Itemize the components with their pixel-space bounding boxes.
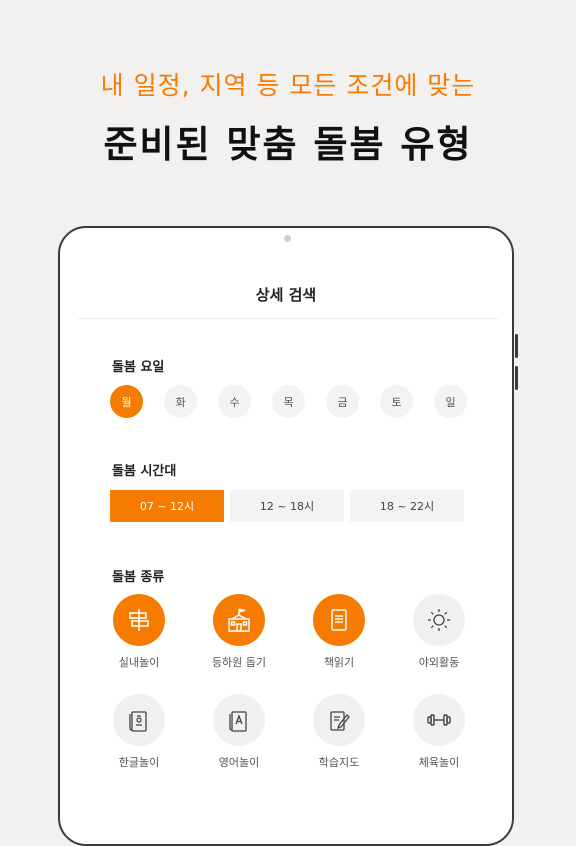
time-slot-evening[interactable]: 18 ~ 22시: [350, 490, 464, 522]
time-slot-selector: 07 ~ 12시 12 ~ 18시 18 ~ 22시: [110, 490, 470, 524]
care-type-school-pickup[interactable]: 등하원 돕기: [194, 594, 284, 670]
day-fri[interactable]: 금: [326, 385, 359, 418]
care-type-label: 야외활동: [418, 656, 460, 669]
day-sun[interactable]: 일: [434, 385, 467, 418]
book-icon: [313, 594, 365, 646]
time-section-label: 돌봄 시간대: [112, 464, 177, 479]
care-type-indoor-play[interactable]: 실내놀이: [94, 594, 184, 670]
day-sat[interactable]: 토: [380, 385, 413, 418]
camera-dot: [284, 235, 291, 242]
screen-title: 상세 검색: [255, 286, 317, 304]
signpost-icon: [113, 594, 165, 646]
promo-subtitle: 내 일정, 지역 등 모든 조건에 맞는: [100, 71, 476, 100]
header-divider: [78, 318, 498, 319]
dumbbell-icon: [413, 694, 465, 746]
care-type-reading[interactable]: 책읽기: [294, 594, 384, 670]
day-mon[interactable]: 월: [110, 385, 143, 418]
notebook-pen-icon: [313, 694, 365, 746]
time-slot-morning[interactable]: 07 ~ 12시: [110, 490, 224, 522]
care-type-label: 책읽기: [323, 656, 355, 669]
care-type-sports[interactable]: 체육놀이: [394, 694, 484, 770]
care-type-korean[interactable]: 한글놀이: [94, 694, 184, 770]
tablet-frame: 상세 검색 돌봄 요일 월 화 수 목 금 토 일 돌봄 시간대 07 ~ 12…: [58, 226, 518, 846]
care-type-tutoring[interactable]: 학습지도: [294, 694, 384, 770]
day-wed[interactable]: 수: [218, 385, 251, 418]
day-selector: 월 화 수 목 금 토 일: [110, 385, 470, 419]
care-type-label: 실내놀이: [118, 656, 160, 669]
promo-title: 준비된 맞춤 돌봄 유형: [103, 123, 473, 166]
day-thu[interactable]: 목: [272, 385, 305, 418]
time-slot-afternoon[interactable]: 12 ~ 18시: [230, 490, 344, 522]
english-book-icon: [213, 694, 265, 746]
day-tue[interactable]: 화: [164, 385, 197, 418]
volume-down-button: [515, 366, 518, 390]
hangul-book-icon: [113, 694, 165, 746]
care-type-label: 등하원 돕기: [211, 656, 267, 669]
type-section-label: 돌봄 종류: [112, 570, 165, 585]
sun-icon: [413, 594, 465, 646]
school-icon: [213, 594, 265, 646]
care-type-english[interactable]: 영어놀이: [194, 694, 284, 770]
days-section-label: 돌봄 요일: [112, 360, 165, 375]
care-type-outdoor[interactable]: 야외활동: [394, 594, 484, 670]
volume-up-button: [515, 334, 518, 358]
